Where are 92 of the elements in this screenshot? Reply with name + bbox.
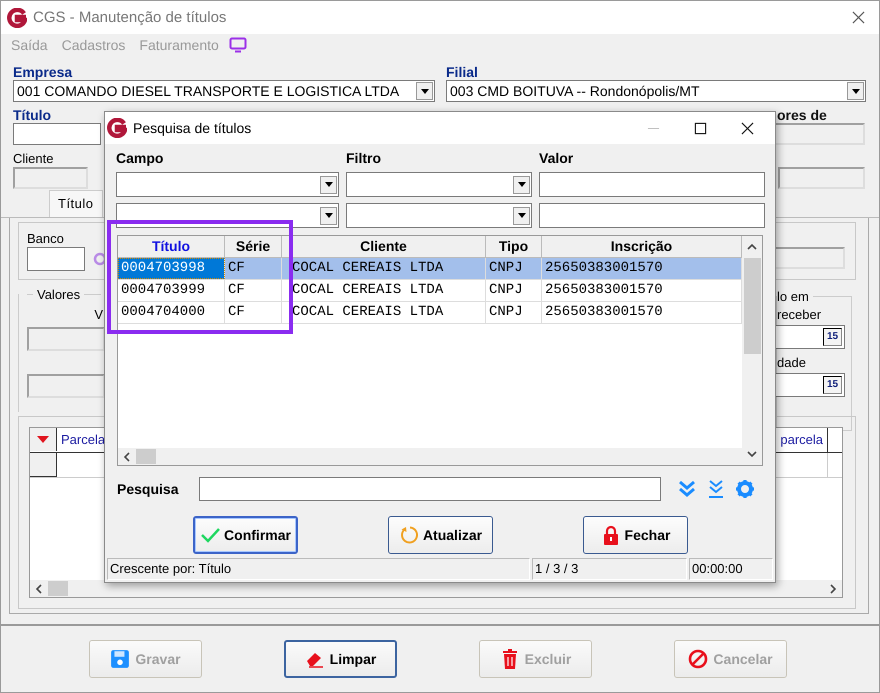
- dropdown-arrow-icon: [324, 182, 332, 187]
- no-entry-icon: [688, 649, 708, 669]
- table-cell: COCAL CEREAIS LTDA: [282, 280, 486, 301]
- chevron-down-to-line-icon[interactable]: [706, 479, 726, 499]
- table-cell: 0004703998: [118, 258, 225, 279]
- table-row[interactable]: 0004704000 CF COCAL CEREAIS LTDA CNPJ 25650383001570: [118, 302, 742, 324]
- branch-dropdown[interactable]: 003 CMD BOITUVA -- Rondonópolis/MT: [446, 80, 866, 102]
- table-cell: CF: [225, 280, 282, 301]
- value-field[interactable]: [539, 172, 765, 197]
- field-label: ores de: [776, 107, 828, 123]
- logo-icon: [107, 118, 127, 138]
- filter-dropdown[interactable]: [346, 172, 532, 197]
- table-cell: COCAL CEREAIS LTDA: [282, 302, 486, 323]
- field-label: Valor: [539, 150, 574, 166]
- scroll-right-icon[interactable]: [828, 584, 838, 594]
- dialog-button[interactable]: Atualizar: [388, 516, 493, 554]
- table-cell: CNPJ: [486, 258, 542, 279]
- column-header[interactable]: Cliente: [282, 236, 486, 257]
- close-icon[interactable]: [741, 122, 754, 134]
- scroll-thumb[interactable]: [48, 581, 68, 596]
- status-panel: 00:00:00: [689, 558, 773, 580]
- close-icon[interactable]: [852, 11, 865, 24]
- scroll-left-icon[interactable]: [34, 584, 44, 594]
- field-label: Filtro: [346, 150, 382, 166]
- dialog-title: Pesquisa de títulos: [133, 120, 252, 136]
- calendar-button[interactable]: 15: [823, 328, 842, 346]
- monitor-icon[interactable]: [228, 37, 247, 53]
- refresh-icon: [398, 525, 419, 545]
- date-field[interactable]: 15: [775, 325, 845, 349]
- field-label: Pesquisa: [116, 481, 180, 497]
- input-field[interactable]: [13, 123, 101, 145]
- field-label: Filial: [446, 64, 479, 80]
- table-row[interactable]: 0004703999 CF COCAL CEREAIS LTDA CNPJ 25650383001570: [118, 280, 742, 302]
- sort-arrow-icon: [37, 436, 49, 443]
- tab[interactable]: Título: [49, 190, 103, 217]
- ring-icon: [93, 252, 107, 266]
- status-panel: 1 / 3 / 3: [532, 558, 687, 580]
- filter-dropdown[interactable]: [346, 203, 532, 228]
- column-header[interactable]: Série: [225, 236, 282, 257]
- table-cell: COCAL CEREAIS LTDA: [282, 258, 486, 279]
- company-dropdown[interactable]: 001 COMANDO DIESEL TRANSPORTE E LOGISTICA LTDA: [13, 80, 435, 102]
- dropdown-arrow-icon: [324, 213, 332, 218]
- table-cell: CF: [225, 258, 282, 279]
- settings-icon[interactable]: [735, 479, 755, 499]
- scroll-left-icon[interactable]: [122, 452, 132, 462]
- window-title: CGS - Manutenção de títulos: [33, 9, 228, 26]
- scroll-thumb[interactable]: [136, 449, 156, 464]
- input-field[interactable]: [13, 167, 88, 189]
- field-label: dade: [777, 355, 806, 371]
- dropdown-arrow-icon: [518, 213, 526, 218]
- field-label: Campo: [116, 150, 164, 166]
- dropdown-arrow-icon: [518, 182, 526, 187]
- field-label: V: [94, 307, 103, 323]
- table-cell: 0004703999: [118, 280, 225, 301]
- field-label: Banco: [27, 231, 65, 247]
- scroll-thumb[interactable]: [744, 258, 760, 354]
- input-field[interactable]: [778, 167, 865, 189]
- field-label: receber: [777, 307, 822, 323]
- group-legend: lo em: [777, 289, 813, 304]
- action-button[interactable]: Limpar: [284, 640, 397, 678]
- field-label: Título: [13, 107, 52, 123]
- maximize-icon[interactable]: [694, 122, 707, 134]
- column-header[interactable]: Parcela: [57, 428, 106, 452]
- scroll-down-icon[interactable]: [747, 449, 757, 459]
- column-header[interactable]: Tipo: [486, 236, 542, 257]
- logo-icon: [7, 8, 27, 28]
- status-panel: Crescente por: Título: [107, 558, 530, 580]
- value-field[interactable]: [539, 203, 765, 228]
- search-field[interactable]: [199, 477, 661, 501]
- table-cell: CNPJ: [486, 280, 542, 301]
- input-field[interactable]: [27, 247, 85, 271]
- group-legend: Valores: [33, 287, 84, 302]
- dialog-button[interactable]: Confirmar: [193, 516, 298, 554]
- field-label: Cliente: [13, 151, 54, 167]
- table-cell: CNPJ: [486, 302, 542, 323]
- date-field[interactable]: 15: [775, 373, 845, 397]
- field-label: Empresa: [13, 64, 74, 80]
- double-chevron-down-icon[interactable]: [677, 479, 697, 499]
- table-row[interactable]: 0004703998 CF COCAL CEREAIS LTDA CNPJ 25650383001570: [118, 258, 742, 280]
- calendar-button[interactable]: 15: [823, 376, 842, 394]
- input-field[interactable]: [27, 374, 105, 398]
- scroll-up-icon[interactable]: [747, 242, 757, 252]
- column-header[interactable]: Título: [118, 236, 225, 257]
- dropdown-arrow-icon: [420, 88, 428, 94]
- input-field[interactable]: [27, 327, 105, 351]
- table-cell: CF: [225, 302, 282, 323]
- vertical-scrollbar[interactable]: [742, 236, 762, 465]
- field-dropdown[interactable]: [116, 172, 339, 197]
- table-cell: 0004704000: [118, 302, 225, 323]
- dialog-button[interactable]: Fechar: [583, 516, 688, 554]
- horizontal-scrollbar[interactable]: [118, 448, 742, 465]
- dropdown-arrow-icon: [852, 88, 860, 94]
